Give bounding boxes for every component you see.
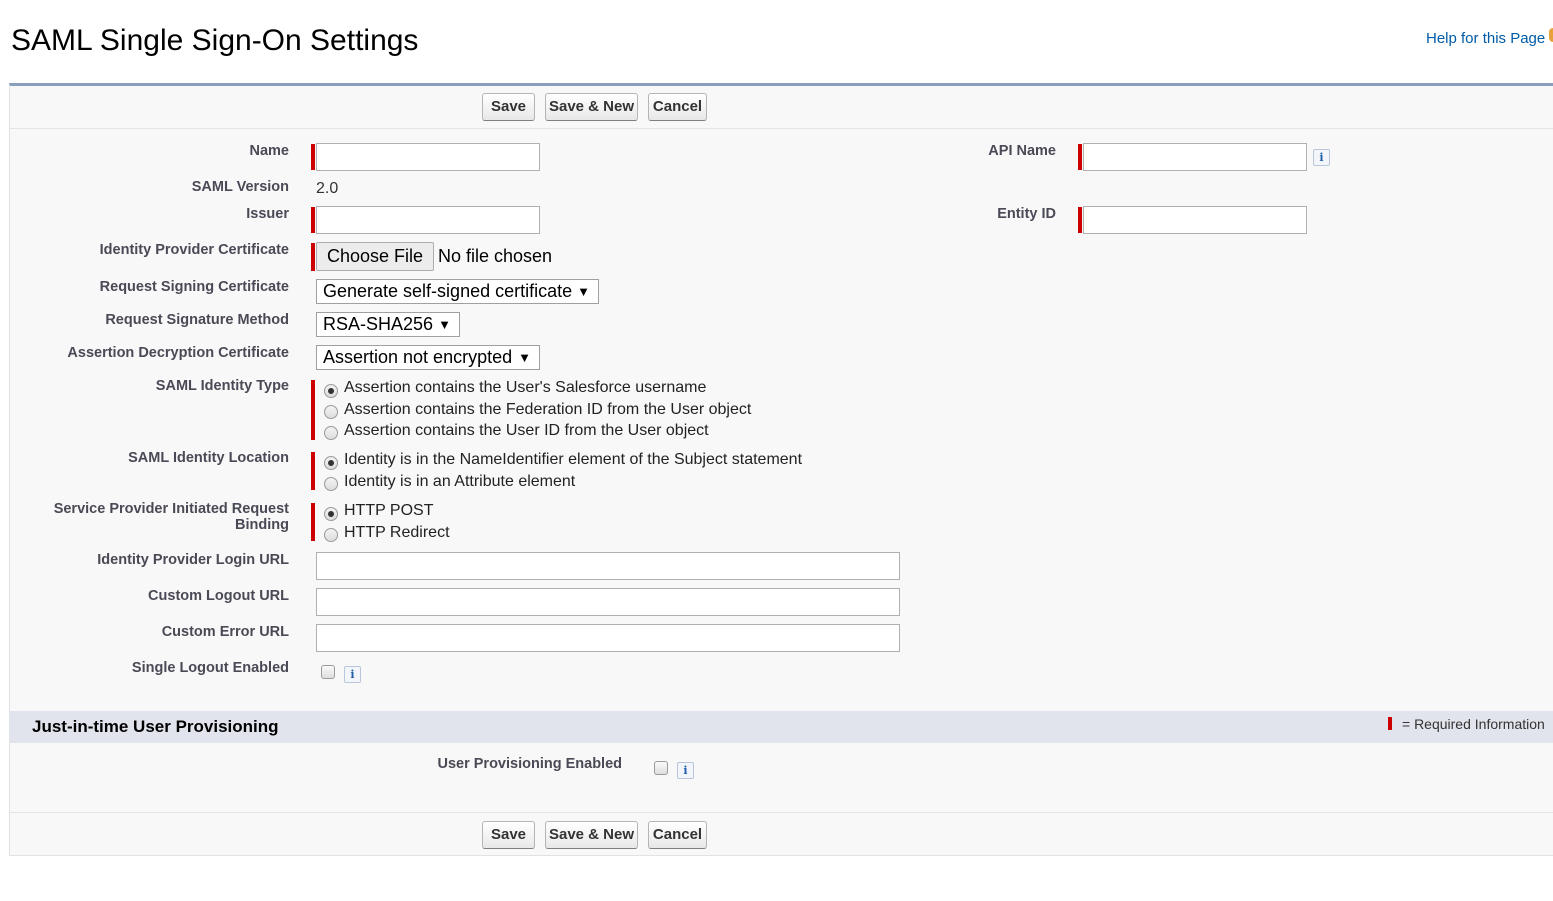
user-provisioning-enabled-label: User Provisioning Enabled: [437, 756, 622, 772]
required-marker: [1078, 207, 1082, 233]
cancel-button-top[interactable]: Cancel: [648, 93, 707, 121]
save-new-button-top[interactable]: Save & New: [545, 93, 638, 121]
selected-value: RSA-SHA256: [323, 314, 434, 334]
binding-option: HTTP Redirect: [344, 524, 450, 541]
name-label: Name: [249, 143, 290, 159]
info-icon[interactable]: i: [344, 666, 361, 683]
identity-location-option: Identity is in the NameIdentifier elemen…: [344, 451, 803, 468]
issuer-input[interactable]: [316, 206, 540, 234]
binding-option: HTTP POST: [344, 502, 434, 519]
required-marker: [311, 243, 315, 271]
api-name-input[interactable]: [1083, 143, 1307, 171]
custom-error-url-label: Custom Error URL: [161, 624, 289, 640]
identity-type-option: Assertion contains the Federation ID fro…: [344, 401, 752, 418]
request-signing-certificate-label: Request Signing Certificate: [99, 279, 289, 295]
assertion-decryption-certificate-label: Assertion Decryption Certificate: [67, 345, 289, 361]
required-legend: = Required Information: [1402, 716, 1545, 732]
save-button-bottom[interactable]: Save: [482, 821, 535, 849]
save-button-top[interactable]: Save: [482, 93, 535, 121]
binding-radio-http-redirect[interactable]: [324, 528, 338, 542]
file-status: No file chosen: [438, 246, 553, 266]
identity-type-option: Assertion contains the User ID from the …: [344, 422, 709, 439]
user-provisioning-checkbox[interactable]: [654, 761, 668, 775]
required-marker: [311, 207, 315, 233]
custom-logout-url-label: Custom Logout URL: [148, 588, 289, 604]
selected-value: Generate self-signed certificate: [323, 281, 573, 301]
identity-location-option: Identity is in an Attribute element: [344, 473, 576, 490]
save-new-button-bottom[interactable]: Save & New: [545, 821, 638, 849]
required-marker: [311, 452, 315, 490]
entity-id-input[interactable]: [1083, 206, 1307, 234]
request-signature-method-label: Request Signature Method: [105, 312, 289, 328]
info-icon[interactable]: i: [1313, 149, 1330, 166]
divider: [10, 128, 1553, 129]
issuer-label: Issuer: [246, 206, 289, 222]
divider: [10, 812, 1553, 813]
cancel-button-bottom[interactable]: Cancel: [648, 821, 707, 849]
page-title: SAML Single Sign-On Settings: [11, 24, 419, 57]
identity-location-radio-nameidentifier[interactable]: [324, 456, 338, 470]
name-input[interactable]: [316, 143, 540, 171]
request-signature-method-select[interactable]: RSA-SHA256 ▼: [316, 312, 460, 337]
single-logout-enabled-label: Single Logout Enabled: [131, 660, 289, 676]
required-marker: [311, 144, 315, 170]
required-marker: [311, 503, 315, 541]
idp-certificate-label: Identity Provider Certificate: [99, 242, 289, 258]
identity-location-radio-attribute[interactable]: [324, 477, 338, 491]
chevron-down-icon: ▼: [438, 317, 451, 332]
binding-radio-http-post[interactable]: [324, 507, 338, 521]
selected-value: Assertion not encrypted: [323, 347, 513, 367]
assertion-decryption-certificate-select[interactable]: Assertion not encrypted ▼: [316, 345, 540, 370]
chevron-down-icon: ▼: [518, 350, 531, 365]
info-icon[interactable]: i: [677, 762, 694, 779]
choose-file-button[interactable]: Choose File: [316, 242, 434, 271]
custom-error-url-input[interactable]: [316, 624, 900, 652]
api-name-label: API Name: [988, 143, 1056, 159]
idp-login-url-label: Identity Provider Login URL: [97, 552, 289, 568]
saml-identity-location-label: SAML Identity Location: [128, 450, 289, 466]
label-line: Service Provider Initiated Request: [53, 501, 289, 517]
identity-type-option: Assertion contains the User's Salesforce…: [344, 379, 707, 396]
request-signing-certificate-select[interactable]: Generate self-signed certificate ▼: [316, 279, 599, 304]
help-icon[interactable]: [1549, 28, 1553, 42]
entity-id-label: Entity ID: [997, 206, 1056, 222]
custom-logout-url-input[interactable]: [316, 588, 900, 616]
saml-version-value: 2.0: [316, 180, 339, 197]
saml-identity-type-label: SAML Identity Type: [155, 378, 289, 394]
idp-login-url-input[interactable]: [316, 552, 900, 580]
saml-version-label: SAML Version: [191, 179, 289, 195]
section-title: Just-in-time User Provisioning: [32, 717, 279, 736]
identity-type-radio-federation-id[interactable]: [324, 405, 338, 419]
label-line: Binding: [235, 517, 289, 533]
chevron-down-icon: ▼: [577, 284, 590, 299]
sp-request-binding-label: Service Provider Initiated Request Bindi…: [54, 501, 289, 533]
required-marker: [1388, 717, 1392, 730]
required-marker: [1078, 144, 1082, 170]
identity-type-radio-username[interactable]: [324, 384, 338, 398]
single-logout-checkbox[interactable]: [321, 665, 335, 679]
identity-type-radio-user-id[interactable]: [324, 426, 338, 440]
help-link[interactable]: Help for this Page: [1426, 30, 1545, 47]
required-marker: [311, 380, 315, 440]
